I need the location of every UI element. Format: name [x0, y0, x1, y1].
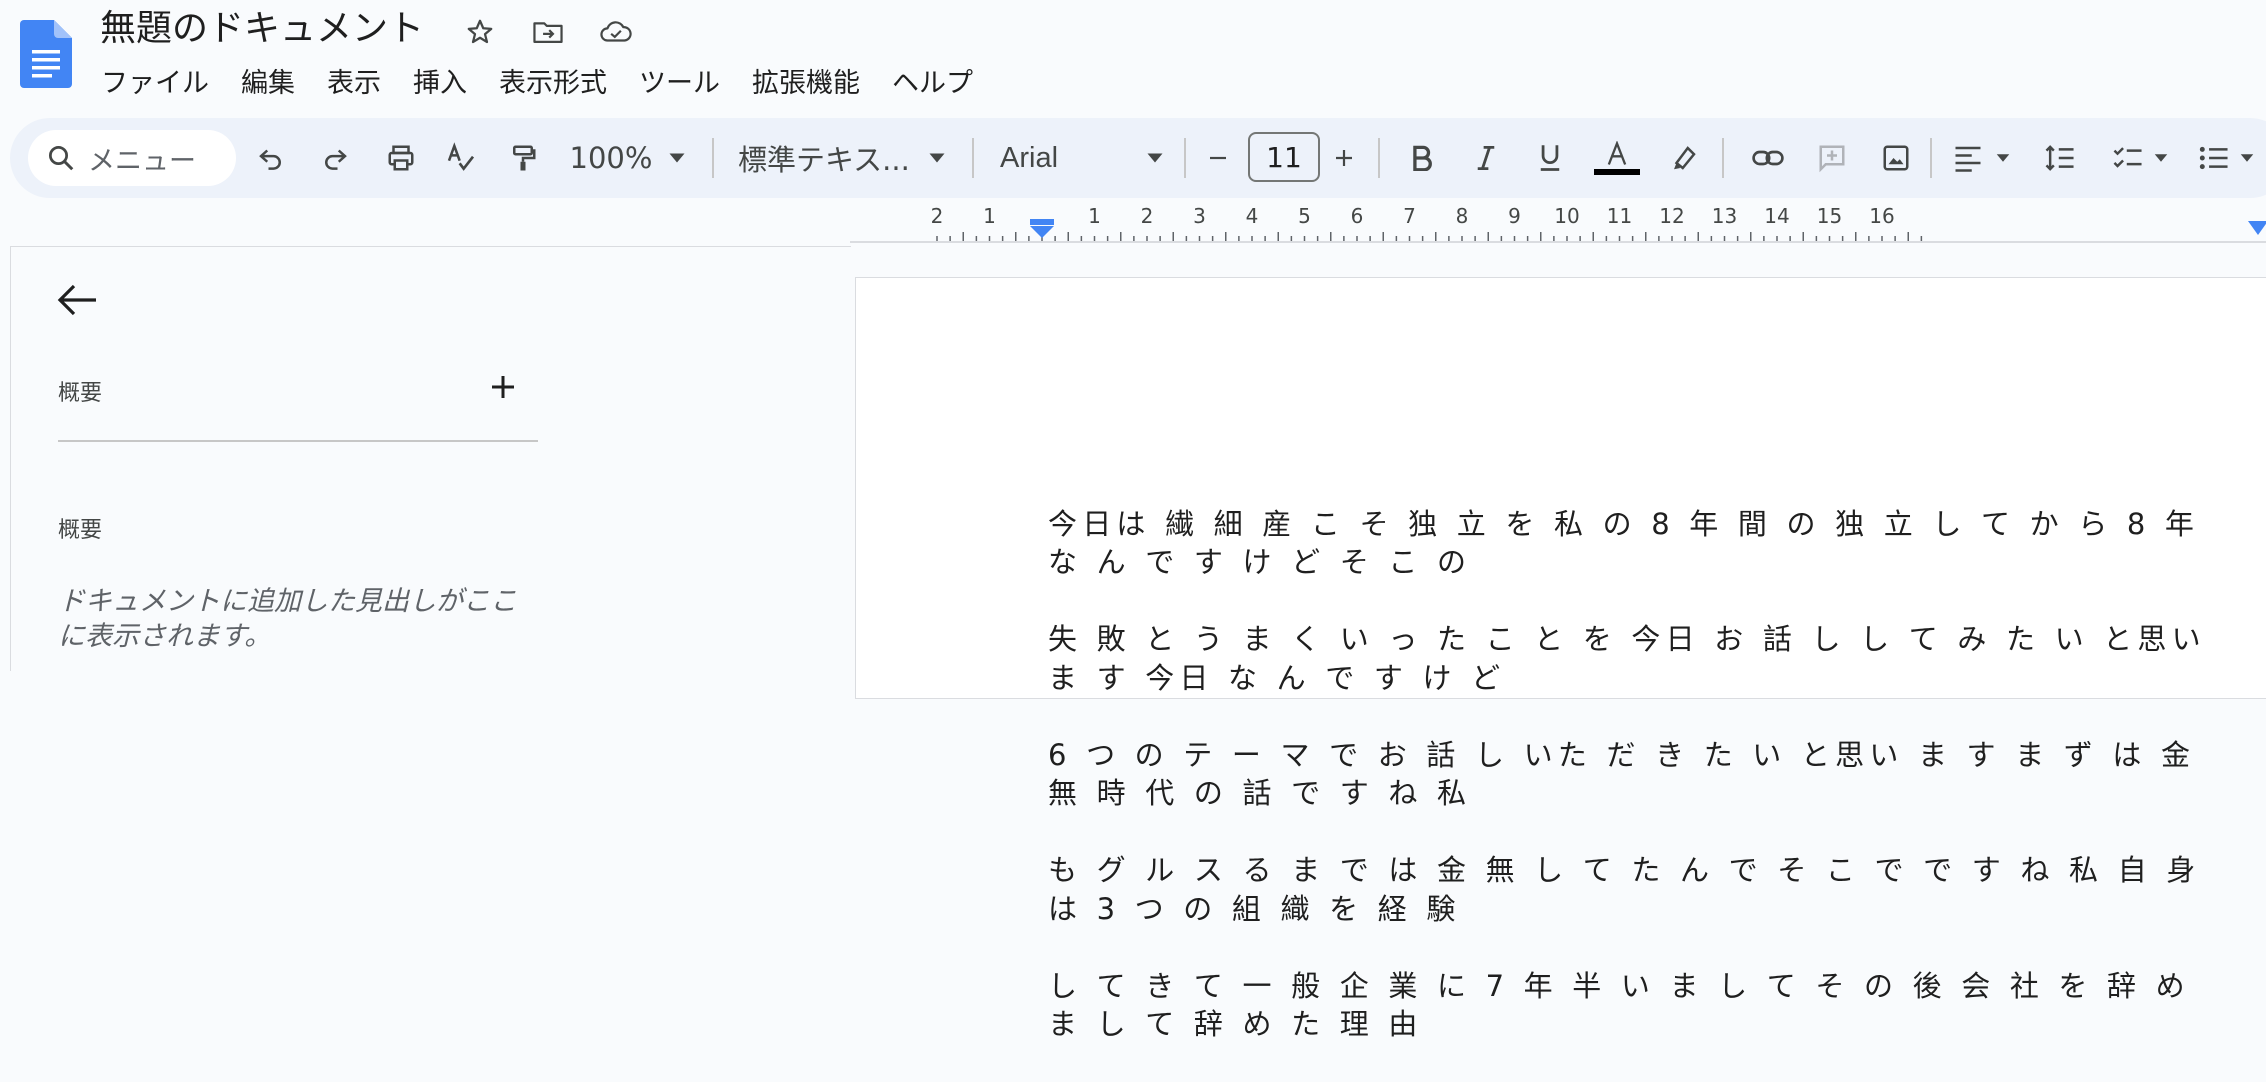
ruler-label: 7	[1403, 205, 1416, 228]
line-spacing-icon[interactable]	[2040, 118, 2080, 198]
redo-icon[interactable]	[310, 118, 360, 198]
toolbar: メニュー 100% 標準テキス... Arial 11	[10, 118, 2266, 198]
print-icon[interactable]	[374, 118, 428, 198]
font-value: Arial	[1000, 141, 1059, 174]
bold-icon[interactable]	[1402, 118, 1442, 198]
ruler-label: 2	[1141, 205, 1154, 228]
cloud-saved-icon[interactable]	[596, 12, 636, 52]
paint-format-icon[interactable]	[498, 118, 548, 198]
insert-image-icon[interactable]	[1874, 118, 1918, 198]
align-left-icon[interactable]	[1948, 118, 1988, 198]
menu-format[interactable]: 表示形式	[484, 62, 622, 106]
ruler-label: 16	[1869, 205, 1894, 228]
ruler-ticks: 2 1 1 2 3 4 5 6 7 8 9 10 11 12 13 14 15 16	[931, 204, 1923, 241]
left-indent-marker-icon[interactable]	[1028, 217, 1056, 239]
toolbar-divider	[1378, 138, 1380, 178]
zoom-chevron-down-icon[interactable]	[662, 118, 692, 198]
toolbar-divider	[972, 138, 974, 178]
menu-file[interactable]: ファイル	[86, 62, 224, 106]
ruler-baseline	[850, 241, 2266, 243]
ruler-label: 6	[1351, 205, 1364, 228]
bulleted-list-icon[interactable]	[2194, 118, 2234, 198]
toolbar-divider	[1930, 138, 1932, 178]
paragraph-style-value: 標準テキス...	[738, 143, 910, 177]
toolbar-divider	[712, 138, 714, 178]
zoom-select[interactable]: 100%	[566, 118, 656, 198]
highlight-icon[interactable]	[1662, 118, 1706, 198]
right-indent-marker-icon[interactable]	[2246, 217, 2266, 237]
ruler-label: 11	[1607, 205, 1632, 228]
font-size-input[interactable]: 11	[1248, 132, 1320, 182]
ruler-label: 1	[1088, 205, 1101, 228]
checklist-icon[interactable]	[2108, 118, 2148, 198]
title-bar: 無題のドキュメント ファイル 編集 表示 挿入 表示形式 ツール 拡張機能 ヘル…	[0, 0, 2266, 118]
body-line: 6 つ の テ ー マ で お 話 し いた だ き た い と思い ま す ま…	[1048, 737, 2196, 811]
menu-edit[interactable]: 編集	[226, 62, 310, 106]
text-color-button[interactable]	[1590, 118, 1644, 198]
body-line: 今日は 繊 細 産 こ そ 独 立 を 私 の 8 年 間 の 独 立 し て …	[1048, 506, 2200, 580]
zoom-value: 100%	[569, 141, 653, 175]
menu-insert[interactable]: 挿入	[398, 62, 482, 106]
menu-tools[interactable]: ツール	[624, 62, 735, 106]
toolbar-divider	[1722, 138, 1724, 178]
underline-icon[interactable]	[1530, 118, 1570, 198]
insert-link-icon[interactable]	[1746, 118, 1790, 198]
document-body[interactable]: 今日は 繊 細 産 こ そ 独 立 を 私 の 8 年 間 の 独 立 し て …	[1048, 466, 2228, 1082]
horizontal-ruler[interactable]: 2 1 1 2 3 4 5 6 7 8 9 10 11 12 13 14 15 16	[850, 204, 2266, 243]
ruler-label: 4	[1246, 205, 1259, 228]
body-line: も グ ル ス る ま で は 金 無 し て た ん で そ こ で で す …	[1048, 853, 2201, 926]
menu-view[interactable]: 表示	[312, 62, 396, 106]
add-comment-icon[interactable]	[1810, 118, 1854, 198]
outline-divider	[58, 440, 538, 442]
outline-heading: 概要	[58, 518, 103, 543]
checklist-chevron-down-icon[interactable]	[2150, 118, 2172, 198]
increase-font-size-icon[interactable]	[1324, 118, 1364, 198]
undo-icon[interactable]	[246, 118, 296, 198]
spellcheck-icon[interactable]	[436, 118, 486, 198]
ruler-label: 2	[931, 205, 944, 228]
ruler-label: 15	[1817, 205, 1842, 228]
text-color-icon	[1607, 141, 1627, 165]
menu-help[interactable]: ヘルプ	[877, 62, 988, 106]
ruler-label: 10	[1554, 205, 1579, 228]
docs-logo-icon[interactable]	[20, 20, 72, 88]
body-line: し て き て 一 般 企 業 に 7 年 半 い ま し て そ の 後 会 …	[1048, 968, 2190, 1042]
menu-extensions[interactable]: 拡張機能	[737, 62, 875, 106]
ruler-label: 9	[1508, 205, 1521, 228]
italic-icon[interactable]	[1466, 118, 1506, 198]
add-summary-plus-icon[interactable]	[488, 372, 518, 402]
ruler-label: 5	[1298, 205, 1311, 228]
ruler-label: 13	[1712, 205, 1737, 228]
text-color-swatch	[1594, 169, 1640, 175]
ruler-label: 1	[983, 205, 996, 228]
decrease-font-size-icon[interactable]	[1198, 118, 1238, 198]
search-placeholder: メニュー	[88, 145, 196, 177]
align-chevron-down-icon[interactable]	[1992, 118, 2014, 198]
font-chevron-down-icon[interactable]	[1140, 118, 1170, 198]
ruler-label: 8	[1456, 205, 1469, 228]
search-menus-input[interactable]: メニュー	[28, 130, 236, 186]
bullet-chevron-down-icon[interactable]	[2236, 118, 2258, 198]
ruler-label: 3	[1193, 205, 1206, 228]
menu-bar: ファイル 編集 表示 挿入 表示形式 ツール 拡張機能 ヘルプ	[86, 62, 988, 106]
ruler-label: 14	[1764, 205, 1789, 228]
star-icon[interactable]	[460, 12, 500, 52]
body-line: 失 敗 と う ま く い っ た こ と を 今日 お 話 し し て み た…	[1048, 622, 2206, 695]
document-title[interactable]: 無題のドキュメント	[100, 4, 424, 54]
toolbar-divider	[1184, 138, 1186, 178]
move-folder-icon[interactable]	[528, 12, 568, 52]
summary-heading: 概要	[58, 381, 103, 406]
outline-empty-hint: ドキュメントに追加した見出しがここに表示されます。	[58, 586, 517, 652]
close-outline-back-arrow-icon[interactable]	[56, 282, 100, 318]
search-icon	[49, 146, 74, 171]
style-chevron-down-icon[interactable]	[922, 118, 952, 198]
font-select[interactable]: Arial	[1000, 118, 1120, 198]
paragraph-style-select[interactable]: 標準テキス...	[738, 118, 918, 198]
ruler-label: 12	[1659, 205, 1684, 228]
